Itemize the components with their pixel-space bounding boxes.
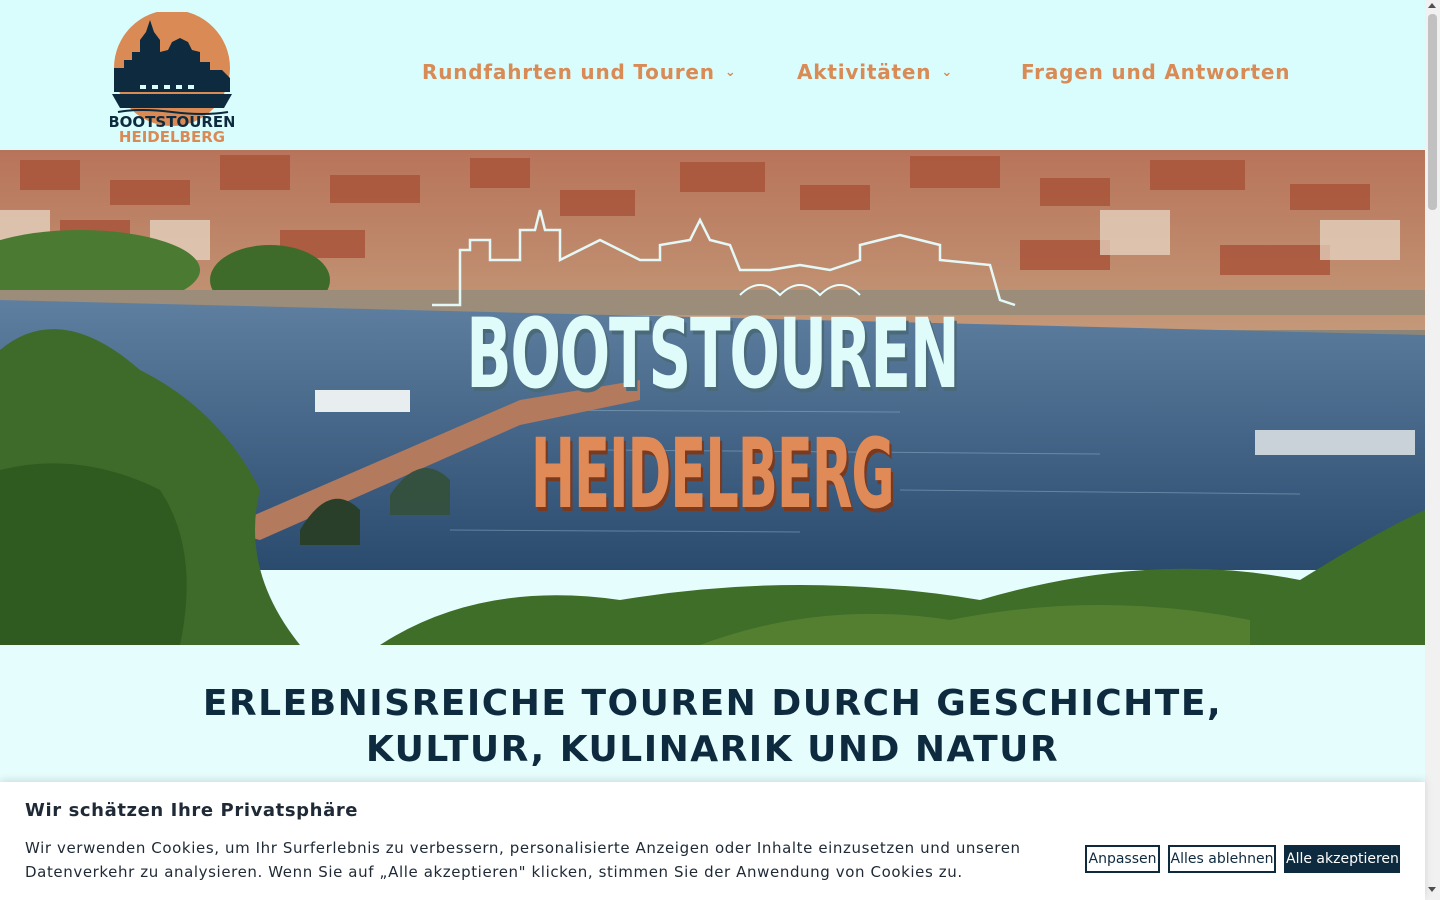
scroll-up-icon[interactable] xyxy=(1428,3,1436,8)
nav-item-faq[interactable]: Fragen und Antworten xyxy=(1021,60,1290,84)
chevron-down-icon: ⌄ xyxy=(724,65,737,80)
scrollbar-thumb[interactable] xyxy=(1428,14,1437,210)
nav-item-rundfahrten[interactable]: Rundfahrten und Touren ⌄ xyxy=(422,60,737,84)
nav-item-aktivitaeten[interactable]: Aktivitäten ⌄ xyxy=(797,60,953,84)
reject-all-button[interactable]: Alles ablehnen xyxy=(1168,845,1276,873)
accept-all-button[interactable]: Alle akzeptieren xyxy=(1284,845,1400,873)
chevron-down-icon: ⌄ xyxy=(941,65,954,80)
cookie-banner-title: Wir schätzen Ihre Privatsphäre xyxy=(25,800,359,821)
page-scrollbar[interactable] xyxy=(1425,0,1440,900)
nav-item-label: Rundfahrten und Touren xyxy=(422,60,715,84)
page-headline: ERLEBNISREICHE TOUREN DURCH GESCHICHTE, … xyxy=(202,683,1223,770)
logo-text-line2: HEIDELBERG xyxy=(119,128,225,144)
scroll-down-icon[interactable] xyxy=(1428,887,1436,892)
site-header: BOOTSTOUREN HEIDELBERG Rundfahrten und T… xyxy=(0,0,1425,150)
nav-item-label: Fragen und Antworten xyxy=(1021,60,1291,84)
main-nav: Rundfahrten und Touren ⌄ Aktivitäten ⌄ Fra… xyxy=(0,60,1425,90)
nav-item-label: Aktivitäten xyxy=(797,60,932,84)
hero-image xyxy=(0,150,1425,645)
customize-button[interactable]: Anpassen xyxy=(1085,845,1160,873)
cookie-banner-text: Wir verwenden Cookies, um Ihr Surferlebn… xyxy=(25,839,1021,881)
cookie-banner: Wir schätzen Ihre Privatsphäre Wir verwe… xyxy=(0,782,1425,900)
hero-banner: BOOTSTOUREN HEIDELBERG xyxy=(0,150,1425,645)
